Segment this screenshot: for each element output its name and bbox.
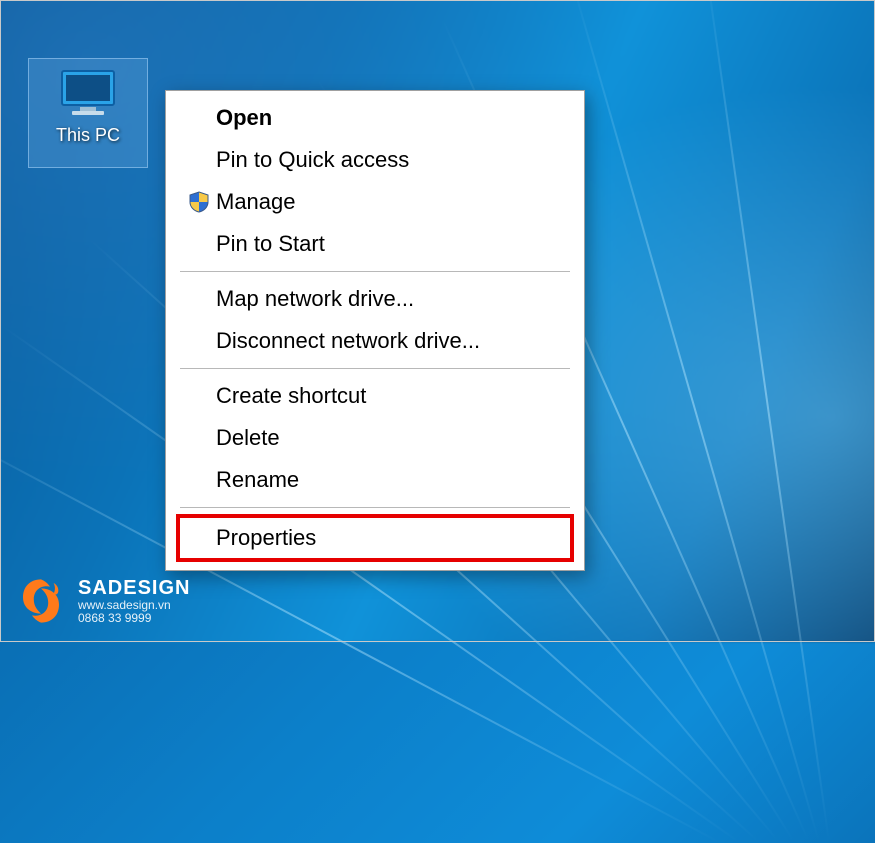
menu-item-label: Open [216,105,568,131]
menu-item-disconnect-network-drive[interactable]: Disconnect network drive... [168,320,582,362]
menu-item-manage[interactable]: Manage [168,181,582,223]
menu-separator [180,368,570,369]
sadesign-logo-icon [14,574,68,628]
shield-icon [182,191,216,213]
context-menu: Open Pin to Quick access Manage Pin to S… [165,90,585,571]
menu-item-label: Rename [216,467,568,493]
menu-item-label: Create shortcut [216,383,568,409]
menu-item-create-shortcut[interactable]: Create shortcut [168,375,582,417]
watermark-brand: SADESIGN [78,577,190,599]
menu-item-label: Pin to Start [216,231,568,257]
watermark: SADESIGN www.sadesign.vn 0868 33 9999 [14,574,190,628]
menu-item-label: Pin to Quick access [216,147,568,173]
this-pc-desktop-icon[interactable]: This PC [28,58,148,168]
menu-item-label: Disconnect network drive... [216,328,568,354]
menu-item-pin-quick-access[interactable]: Pin to Quick access [168,139,582,181]
menu-item-pin-start[interactable]: Pin to Start [168,223,582,265]
menu-separator [180,271,570,272]
this-pc-label: This PC [29,125,147,146]
menu-item-properties[interactable]: Properties [176,514,574,562]
menu-separator [180,507,570,508]
menu-item-label: Delete [216,425,568,451]
menu-item-open[interactable]: Open [168,97,582,139]
menu-item-delete[interactable]: Delete [168,417,582,459]
menu-item-rename[interactable]: Rename [168,459,582,501]
watermark-phone: 0868 33 9999 [78,612,190,625]
menu-item-label: Map network drive... [216,286,568,312]
this-pc-icon [56,67,120,119]
menu-item-map-network-drive[interactable]: Map network drive... [168,278,582,320]
menu-item-label: Properties [216,525,564,551]
menu-item-label: Manage [216,189,568,215]
